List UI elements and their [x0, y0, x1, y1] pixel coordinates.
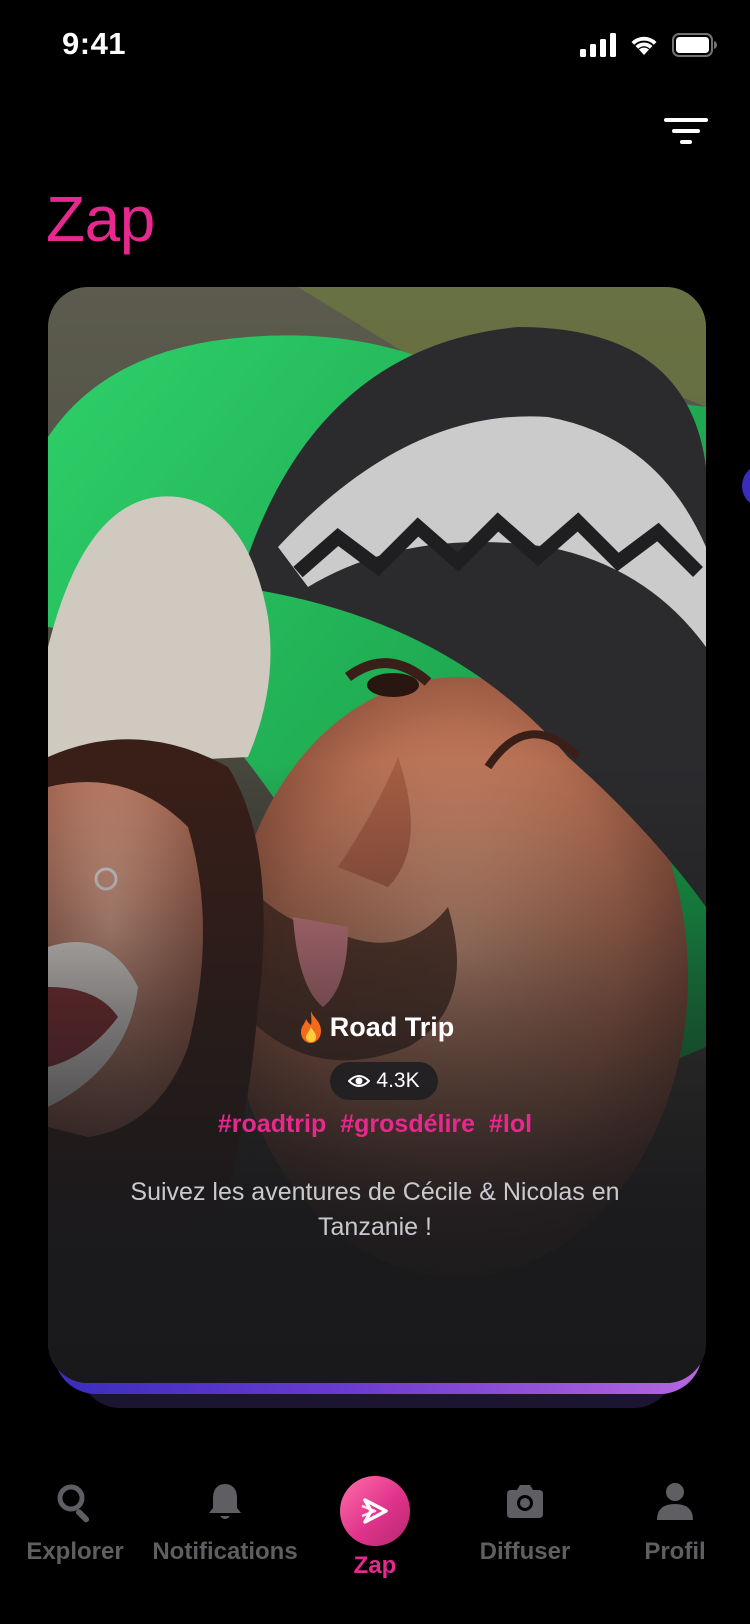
- card-title-text: Road Trip: [329, 1011, 455, 1042]
- bell-icon: [209, 1484, 241, 1519]
- fire-icon: [300, 1011, 321, 1043]
- tab-label-zap: Zap: [353, 1552, 397, 1579]
- filter-icon: [664, 118, 708, 144]
- tab-label-diffuser: Diffuser: [479, 1538, 571, 1565]
- status-time: 9:41: [62, 26, 127, 61]
- status-bar: 9:41: [0, 0, 750, 92]
- tag-grosdelire[interactable]: #grosdélire: [340, 1110, 475, 1139]
- camera-icon: [507, 1485, 543, 1518]
- tab-bar: Explorer Notifications Zap Diffuser Prof…: [0, 1460, 750, 1624]
- card-description: Suivez les aventures de Cécile & Nicolas…: [130, 1178, 620, 1241]
- battery-icon: [672, 33, 717, 57]
- signal-icon: [580, 33, 616, 57]
- tab-zap[interactable]: Zap: [300, 1460, 450, 1580]
- person-icon: [657, 1483, 693, 1520]
- tab-label-explorer: Explorer: [26, 1538, 124, 1565]
- card-title: Road Trip: [0, 1010, 750, 1044]
- tab-notifications[interactable]: Notifications: [150, 1460, 300, 1580]
- wifi-icon: [631, 36, 657, 55]
- page-title: Zap: [46, 183, 155, 255]
- tab-label-profil: Profil: [644, 1538, 706, 1565]
- next-card-hint: [742, 464, 750, 508]
- search-icon: [57, 1484, 90, 1523]
- zap-button: [340, 1476, 410, 1546]
- views-count: 4.3K: [376, 1069, 420, 1092]
- zap-icon: [361, 1498, 388, 1524]
- tab-diffuser[interactable]: Diffuser: [450, 1460, 600, 1580]
- tab-profil[interactable]: Profil: [600, 1460, 750, 1580]
- tag-list: #roadtrip #grosdélire #lol: [0, 1110, 750, 1139]
- views-badge: 4.3K: [330, 1062, 438, 1100]
- status-icons: [580, 30, 718, 60]
- tab-label-notifications: Notifications: [152, 1538, 298, 1565]
- tag-roadtrip[interactable]: #roadtrip: [218, 1110, 326, 1139]
- tag-lol[interactable]: #lol: [489, 1110, 532, 1139]
- eye-icon: [348, 1075, 371, 1087]
- filter-button[interactable]: [662, 112, 710, 152]
- tab-explorer[interactable]: Explorer: [0, 1460, 150, 1580]
